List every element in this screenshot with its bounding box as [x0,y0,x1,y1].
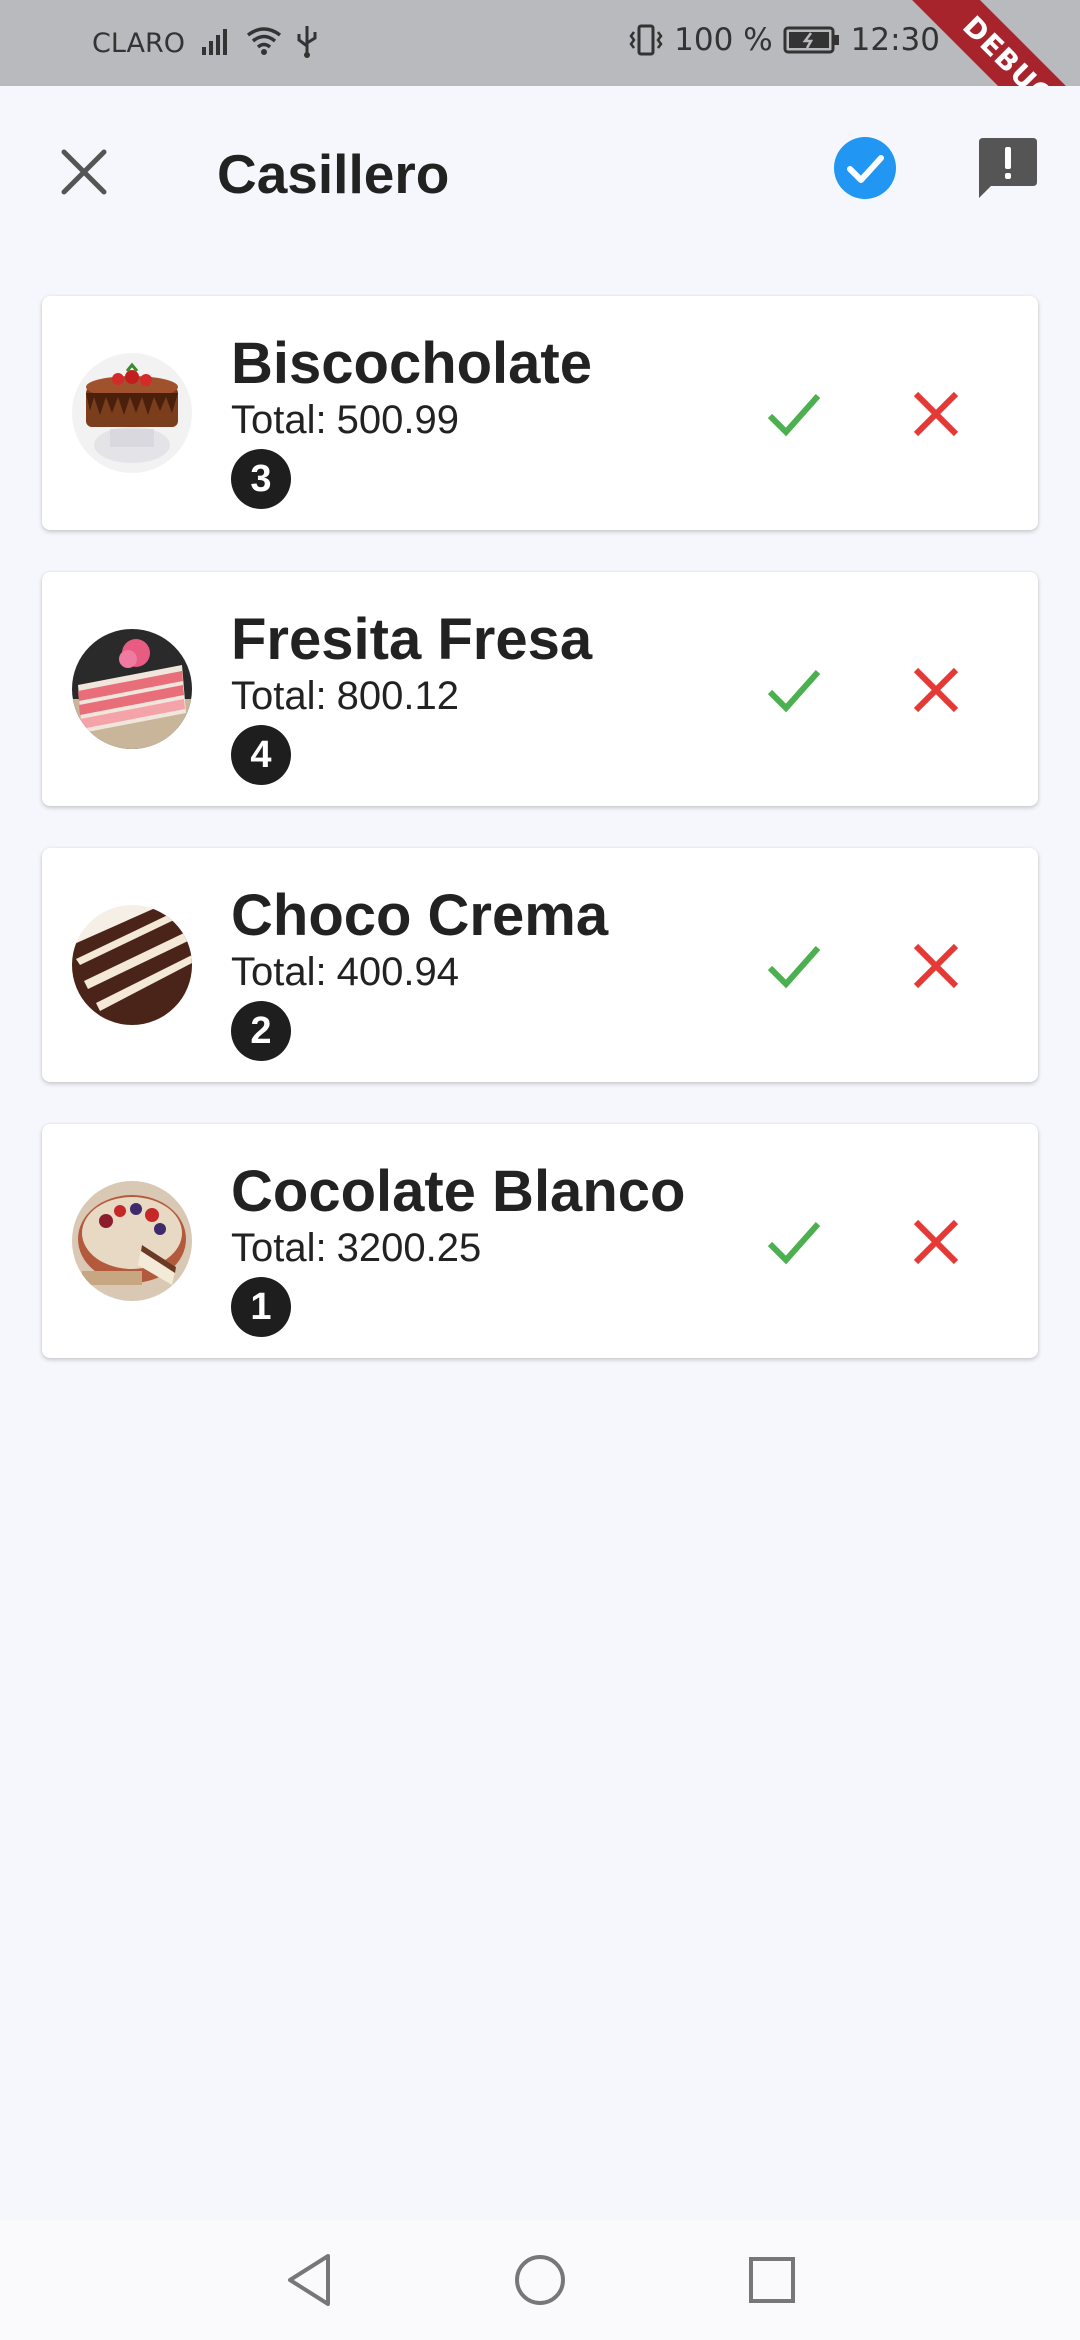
status-right: 100 % 12:30 [628,22,940,58]
total-label: Total: [231,398,327,442]
page-title: Casillero [217,143,450,205]
reject-button[interactable] [906,936,966,996]
product-name: Choco Crema [231,883,609,948]
accept-button[interactable] [762,1210,826,1274]
product-total: Total: 500.99 [231,398,459,443]
quantity-badge: 2 [231,1001,291,1061]
battery-percent: 100 % [674,22,773,58]
reject-button[interactable] [906,660,966,720]
quantity-badge: 1 [231,1277,291,1337]
close-icon [913,391,959,437]
list-item[interactable]: Choco Crema Total: 400.94 2 [42,848,1038,1082]
product-image [72,905,192,1025]
nav-home-button[interactable] [512,2250,568,2315]
signal-icon [202,29,227,55]
nav-back-button[interactable] [282,2250,338,2315]
report-button[interactable] [975,136,1041,202]
total-label: Total: [231,1226,327,1270]
total-value: 3200.25 [336,1226,482,1270]
reject-button[interactable] [906,384,966,444]
check-icon [767,670,821,713]
status-left-icons [200,24,318,58]
report-icon [979,138,1037,198]
product-image [72,353,192,473]
accept-button[interactable] [762,658,826,722]
product-name: Biscocholate [231,331,592,396]
item-list: Biscocholate Total: 500.99 3 Fresita Fre… [42,296,1038,1400]
product-name: Fresita Fresa [231,607,593,672]
usb-icon [297,26,317,58]
check-circle-icon [834,137,896,199]
home-circle-icon [515,2255,565,2305]
close-button[interactable] [54,142,114,202]
check-icon [767,1222,821,1265]
vibrate-icon [629,24,663,56]
system-nav-bar [0,2220,1080,2340]
total-value: 500.99 [336,398,459,442]
product-image [72,1181,192,1301]
close-icon [913,667,959,713]
carrier-label: CLARO [92,28,185,59]
list-item[interactable]: Biscocholate Total: 500.99 3 [42,296,1038,530]
check-icon [767,946,821,989]
product-image [72,629,192,749]
clock: 12:30 [850,22,940,58]
total-value: 800.12 [336,674,459,718]
app-bar: Casillero [0,86,1080,256]
recents-square-icon [749,2257,795,2303]
close-icon [61,149,107,195]
nav-recents-button[interactable] [744,2250,800,2315]
list-item[interactable]: Fresita Fresa Total: 800.12 4 [42,572,1038,806]
reject-button[interactable] [906,1212,966,1272]
product-total: Total: 3200.25 [231,1226,481,1271]
back-triangle-icon [288,2254,330,2306]
total-label: Total: [231,950,327,994]
status-bar: CLARO 100 % 12:30 DEBUG [0,0,1080,86]
total-label: Total: [231,674,327,718]
battery-icon [783,26,839,54]
product-name: Cocolate Blanco [231,1159,686,1224]
wifi-icon [246,27,282,55]
check-icon [767,394,821,437]
list-item[interactable]: Cocolate Blanco Total: 3200.25 1 [42,1124,1038,1358]
accept-button[interactable] [762,934,826,998]
quantity-badge: 4 [231,725,291,785]
quantity-badge: 3 [231,449,291,509]
confirm-button[interactable] [833,136,897,200]
product-total: Total: 800.12 [231,674,459,719]
close-icon [913,943,959,989]
product-total: Total: 400.94 [231,950,459,995]
close-icon [913,1219,959,1265]
total-value: 400.94 [336,950,459,994]
accept-button[interactable] [762,382,826,446]
